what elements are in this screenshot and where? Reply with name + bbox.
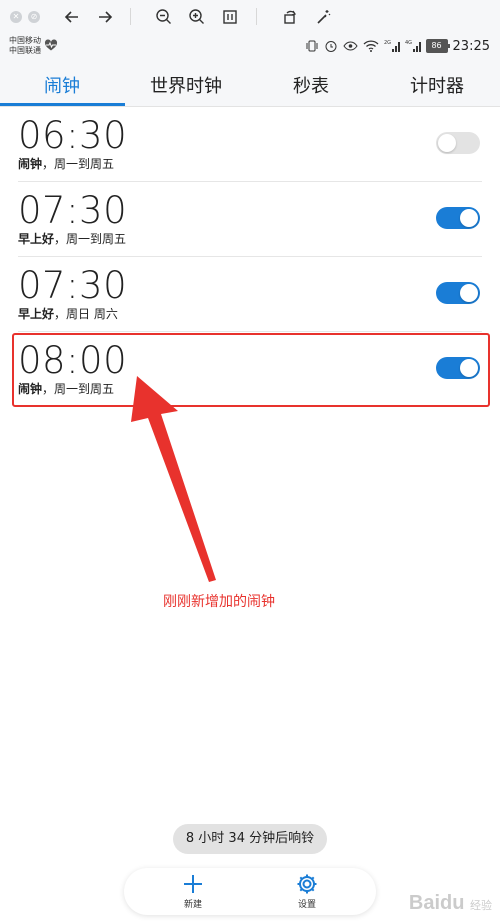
- annotation-arrow: [131, 376, 216, 582]
- watermark-mark: du: [440, 892, 465, 914]
- watermark-sub: 经验: [470, 900, 492, 912]
- annotation-text: 刚刚新增加的闹钟: [163, 594, 275, 610]
- baidu-watermark: Baidu 经验: [409, 892, 492, 915]
- countdown-pill: 8 小时 34 分钟后响铃: [173, 824, 327, 854]
- watermark-logo: Bai: [408, 892, 440, 914]
- new-alarm-button[interactable]: 新建: [163, 872, 223, 910]
- plus-icon: [184, 875, 202, 893]
- settings-button[interactable]: 设置: [277, 872, 337, 910]
- new-alarm-label: 新建: [183, 900, 202, 910]
- gear-icon: [297, 874, 317, 894]
- bottom-action-bar: 新建 设置: [124, 868, 376, 915]
- settings-label: 设置: [297, 900, 316, 910]
